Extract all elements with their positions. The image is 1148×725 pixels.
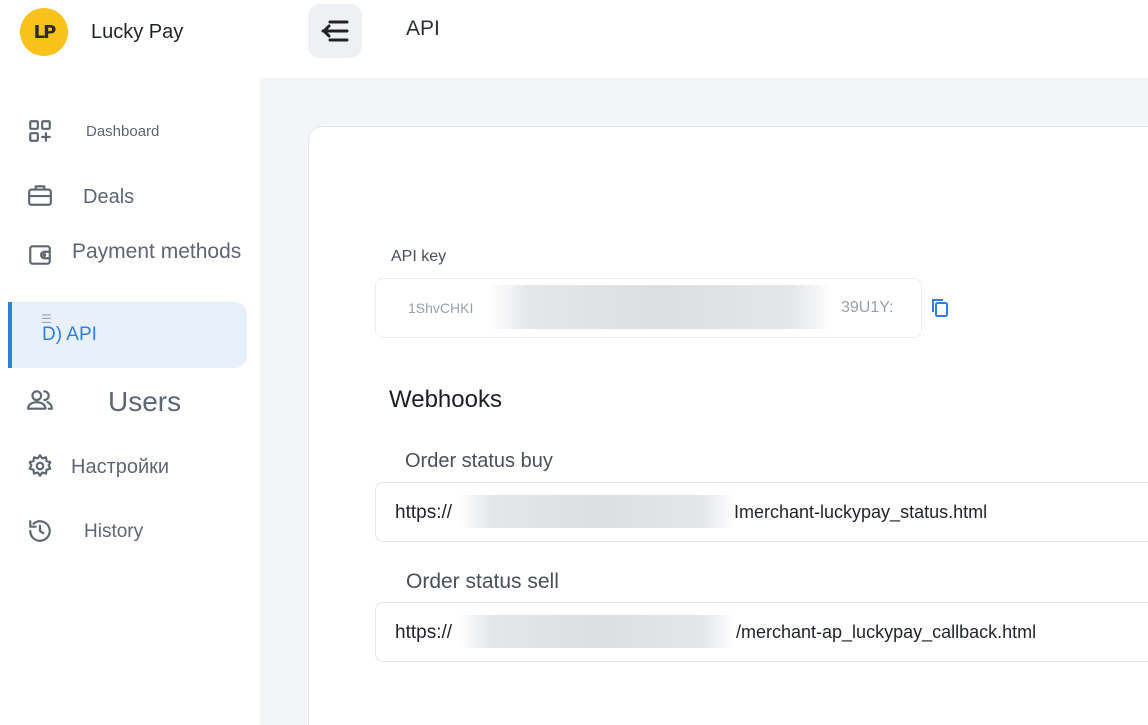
url-suffix: /merchant-ap_luckypay_callback.html xyxy=(736,622,1037,642)
copy-icon xyxy=(932,299,948,317)
redacted-area xyxy=(458,495,736,528)
menu-collapse-icon xyxy=(321,20,349,42)
url-prefix: https:// xyxy=(395,622,453,643)
order-status-sell-input[interactable]: https:// /merchant-ap_luckypay_callback.… xyxy=(375,602,1148,662)
redacted-area xyxy=(488,285,833,329)
order-status-buy-input[interactable]: https:// Imerchant-luckypay_status.html xyxy=(375,482,1148,542)
copy-api-key-button[interactable] xyxy=(930,297,950,319)
sidebar: LP Lucky Pay Dashboard Deals Payment met… xyxy=(0,0,260,725)
api-key-field[interactable]: 1ShvCHKI 39U1Y: xyxy=(375,278,922,338)
sidebar-item-users[interactable]: Users xyxy=(0,383,260,423)
url-prefix: https:// xyxy=(395,502,453,523)
brand-logo[interactable]: LP xyxy=(20,8,68,56)
api-key-label: API key xyxy=(391,248,447,265)
sidebar-item-label: Настройки xyxy=(71,456,170,478)
page-title: API xyxy=(406,17,440,40)
sidebar-item-label: Deals xyxy=(83,186,135,208)
menu-toggle-button[interactable] xyxy=(308,4,362,58)
sidebar-item-label: Users xyxy=(108,386,182,417)
api-key-start: 1ShvCHKI xyxy=(408,300,474,316)
url-suffix: Imerchant-luckypay_status.html xyxy=(734,502,988,522)
users-icon xyxy=(26,386,54,414)
sidebar-item-label: History xyxy=(84,521,144,542)
briefcase-icon xyxy=(26,181,54,209)
sidebar-item-deals[interactable]: Deals xyxy=(0,178,260,216)
sidebar-item-label: Payment methods xyxy=(72,240,242,263)
order-status-buy-label: Order status buy xyxy=(405,450,553,472)
dashboard-grid-icon xyxy=(26,117,54,145)
gear-icon xyxy=(26,452,54,480)
sidebar-item-api[interactable]: ☰ D) API xyxy=(8,302,247,368)
sidebar-item-dashboard[interactable]: Dashboard xyxy=(0,114,260,148)
history-icon xyxy=(26,517,54,545)
order-status-sell-label: Order status sell xyxy=(406,570,559,593)
sidebar-item-payment-methods[interactable]: Payment methods xyxy=(0,238,260,296)
wallet-icon xyxy=(26,241,54,269)
api-key-end: 39U1Y: xyxy=(841,299,894,316)
redacted-area xyxy=(458,615,736,648)
webhooks-heading: Webhooks xyxy=(389,386,502,413)
sidebar-item-history[interactable]: History xyxy=(0,514,260,550)
sidebar-item-settings[interactable]: Настройки xyxy=(0,449,260,485)
sidebar-item-label: Dashboard xyxy=(86,123,160,140)
top-bar: API xyxy=(260,0,1148,78)
logo-mark: LP xyxy=(33,21,57,43)
brand-header: LP Lucky Pay xyxy=(0,0,260,78)
sidebar-item-label: D) API xyxy=(42,324,97,345)
brand-name: Lucky Pay xyxy=(91,21,184,43)
